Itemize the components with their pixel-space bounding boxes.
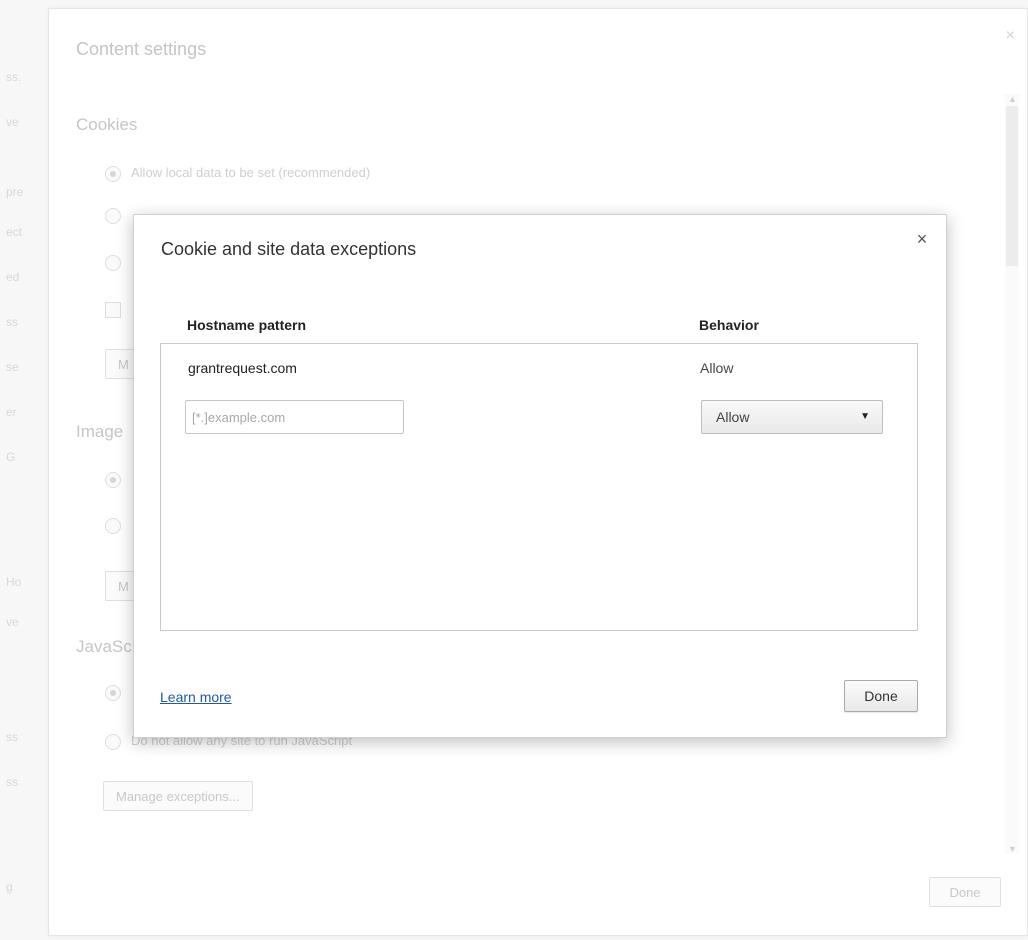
radio-icon — [105, 733, 121, 750]
background-text: pre — [6, 185, 24, 199]
section-title-javascript: JavaSc — [76, 637, 132, 656]
close-icon[interactable]: × — [912, 229, 932, 249]
background-text: se — [6, 360, 19, 374]
background-text: ve — [6, 615, 19, 629]
done-button[interactable]: Done — [844, 680, 918, 712]
radio-icon — [105, 254, 121, 271]
exception-hostname[interactable]: grantrequest.com — [188, 360, 297, 376]
radio-checked-icon — [105, 165, 121, 182]
cookies-option-radio[interactable] — [105, 207, 131, 224]
images-option-radio[interactable] — [105, 471, 131, 488]
scroll-thumb[interactable] — [1006, 106, 1018, 266]
behavior-select-value: Allow — [716, 409, 750, 425]
hostname-pattern-input[interactable] — [185, 400, 404, 434]
scroll-down-icon[interactable]: ▼ — [1008, 844, 1017, 854]
triangle-down-icon: ▼ — [860, 411, 870, 422]
background-text: g — [6, 880, 13, 894]
background-text: Ho — [6, 575, 22, 589]
cookie-exceptions-dialog: Cookie and site data exceptions × Hostna… — [133, 214, 947, 738]
exceptions-list: grantrequest.com Allow Allow ▼ — [160, 343, 918, 631]
background-text: G — [6, 450, 16, 464]
images-option-radio[interactable] — [105, 517, 131, 534]
cookies-checkbox[interactable] — [105, 301, 131, 318]
dialog-title: Cookie and site data exceptions — [161, 239, 417, 259]
section-title-cookies: Cookies — [76, 115, 138, 134]
radio-checked-icon — [105, 471, 121, 488]
checkbox-icon — [105, 301, 121, 318]
cookies-allow-label: Allow local data to be set (recommended) — [131, 165, 371, 180]
close-icon[interactable]: × — [1006, 27, 1015, 45]
radio-icon — [105, 207, 121, 224]
background-text: ss — [6, 315, 18, 329]
section-title-images: Image — [76, 422, 124, 441]
content-settings-done-button[interactable]: Done — [929, 877, 1001, 907]
scrollbar[interactable]: ▲ ▼ — [1005, 94, 1019, 854]
javascript-allow-radio[interactable] — [105, 684, 131, 701]
background-text: ed — [6, 270, 20, 284]
radio-icon — [105, 517, 121, 534]
learn-more-link[interactable]: Learn more — [160, 689, 232, 705]
exception-behavior[interactable]: Allow — [700, 360, 733, 376]
background-text: ss. — [6, 70, 22, 84]
background-text: ss — [6, 775, 18, 789]
background-text: ve — [6, 115, 19, 129]
content-settings-title: Content settings — [76, 39, 207, 59]
cookies-allow-radio[interactable]: Allow local data to be set (recommended) — [105, 165, 370, 182]
background-text: er — [6, 405, 17, 419]
background-text: ss — [6, 730, 18, 744]
radio-checked-icon — [105, 684, 121, 701]
behavior-select[interactable]: Allow ▼ — [701, 400, 883, 434]
javascript-manage-exceptions-button[interactable]: Manage exceptions... — [103, 781, 253, 811]
behavior-column-header: Behavior — [699, 317, 759, 333]
cookies-option-radio[interactable] — [105, 254, 131, 271]
background-text: ect — [6, 225, 23, 239]
scroll-up-icon[interactable]: ▲ — [1008, 94, 1017, 104]
hostname-column-header: Hostname pattern — [187, 317, 307, 333]
